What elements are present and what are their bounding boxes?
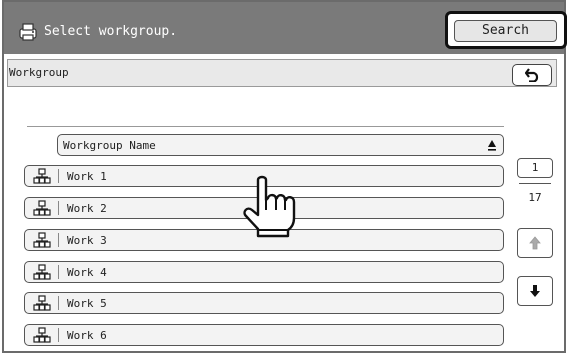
list-item[interactable]: Work 4 [24,261,504,283]
arrow-up-icon [529,236,541,250]
workgroup-name: Work 3 [67,234,107,247]
page-title: Select workgroup. [44,24,178,39]
page-divider [519,183,551,184]
column-header-workgroup-name[interactable]: Workgroup Name [57,134,504,156]
row-divider [58,201,59,215]
row-divider [58,169,59,183]
workgroup-icon [33,168,51,184]
back-button[interactable] [512,64,552,86]
list-item[interactable]: Work 6 [24,324,504,346]
divider [27,126,504,127]
page-up-button[interactable] [517,228,553,258]
workgroup-name: Work 1 [67,170,107,183]
workgroup-icon [33,295,51,311]
workgroup-name: Work 6 [67,329,107,342]
workgroup-name: Work 2 [67,202,107,215]
breadcrumb-label: Workgroup [9,66,69,79]
return-arrow-icon [525,68,539,82]
sort-ascending-icon [488,140,496,151]
row-divider [58,233,59,247]
workgroup-icon [33,327,51,343]
row-divider [58,296,59,310]
current-page-button[interactable]: 1 [517,158,553,178]
workgroup-name: Work 4 [67,266,107,279]
hand-pointer-icon [243,175,296,238]
workgroup-icon [33,264,51,280]
arrow-down-icon [530,285,540,297]
list-item[interactable]: Work 5 [24,292,504,314]
workgroup-name: Work 5 [67,297,107,310]
total-pages: 17 [528,191,542,204]
page-down-button[interactable] [517,276,553,306]
workgroup-icon [33,232,51,248]
row-divider [58,328,59,342]
search-button[interactable]: Search [454,20,557,42]
printer-icon [19,23,37,41]
breadcrumb: Workgroup [7,59,557,87]
column-header-label: Workgroup Name [63,139,156,152]
workgroup-icon [33,200,51,216]
row-divider [58,265,59,279]
